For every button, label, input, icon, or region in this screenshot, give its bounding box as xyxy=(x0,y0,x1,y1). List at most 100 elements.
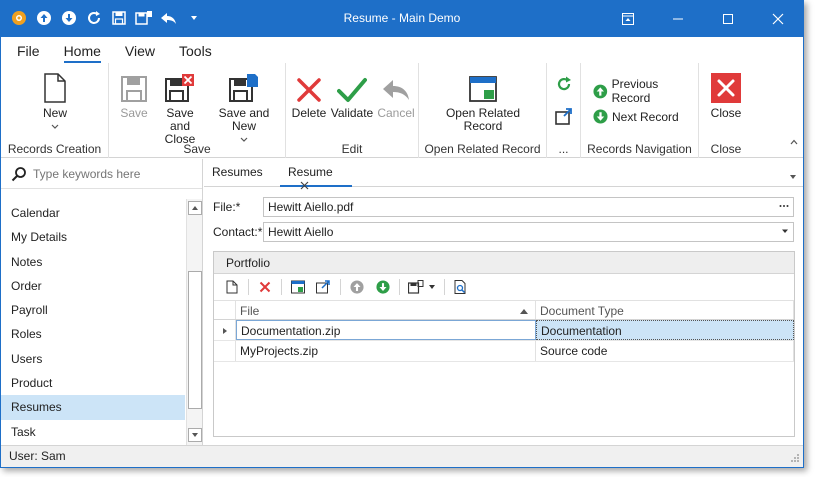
doc-tab-resumes[interactable]: Resumes xyxy=(212,165,263,179)
save-and-new-button[interactable]: Save and New xyxy=(208,69,280,147)
previous-record-button[interactable]: Previous Record xyxy=(593,77,698,105)
nav-item-notes[interactable]: Notes xyxy=(1,250,185,274)
nav-item-calendar[interactable]: Calendar xyxy=(1,201,185,225)
portfolio-move-down-button[interactable] xyxy=(371,276,395,298)
browse-ellipsis-icon[interactable] xyxy=(779,200,789,215)
table-row[interactable]: MyProjects.zip Source code xyxy=(214,341,794,362)
delete-button[interactable]: Delete xyxy=(290,69,328,120)
scroll-up-button[interactable] xyxy=(188,201,202,215)
status-user: User: Sam xyxy=(9,449,66,463)
nav-item-my-details[interactable]: My Details xyxy=(1,225,185,249)
open-related-record-button[interactable]: Open Related Record xyxy=(443,69,523,133)
refresh-icon xyxy=(557,76,571,91)
nav-item-payroll[interactable]: Payroll xyxy=(1,298,185,322)
portfolio-title: Portfolio xyxy=(214,252,794,274)
portfolio-export-button[interactable] xyxy=(312,276,336,298)
close-tab-icon[interactable] xyxy=(300,181,309,190)
export-button[interactable] xyxy=(555,107,573,125)
main-window: Resume - Main Demo File Home View Tools xyxy=(0,0,804,468)
save-label: Save xyxy=(120,106,148,120)
tab-view[interactable]: View xyxy=(115,37,165,63)
arrow-up-circle-icon xyxy=(593,84,608,98)
preview-icon xyxy=(454,280,466,294)
save-and-close-button[interactable]: Save and Close xyxy=(155,69,205,146)
maximize-button[interactable] xyxy=(703,1,753,37)
column-header-document-type[interactable]: Document Type xyxy=(536,301,794,319)
table-row[interactable]: Documentation.zip Documentation xyxy=(214,320,794,341)
contact-field-value: Hewitt Aiello xyxy=(268,225,334,239)
toolbar-separator xyxy=(248,279,249,295)
group-label-records-navigation: Records Navigation xyxy=(587,142,692,156)
tab-home[interactable]: Home xyxy=(54,37,111,63)
resize-grip-icon[interactable] xyxy=(790,453,800,463)
file-field-row: File:* Hewitt Aiello.pdf xyxy=(213,197,794,217)
nav-item-task[interactable]: Task xyxy=(1,420,185,444)
close-window-button[interactable] xyxy=(753,1,803,37)
search-input[interactable] xyxy=(33,166,193,181)
group-save: Save Save and Close Save and New Save xyxy=(109,63,286,158)
search-box[interactable] xyxy=(1,159,202,189)
nav-item-roles[interactable]: Roles xyxy=(1,322,185,346)
close-record-label: Close xyxy=(710,106,742,120)
nav-item-resumes[interactable]: Resumes xyxy=(1,395,185,420)
save-button[interactable]: Save xyxy=(115,69,153,120)
refresh-button[interactable] xyxy=(555,75,573,93)
toolbar-separator xyxy=(444,279,445,295)
cancel-button[interactable]: Cancel xyxy=(376,69,416,120)
close-record-button[interactable]: Close xyxy=(707,69,745,120)
nav-item-order[interactable]: Order xyxy=(1,274,185,298)
save-and-close-icon xyxy=(165,74,194,102)
portfolio-new-button[interactable] xyxy=(220,276,244,298)
portfolio-delete-button[interactable] xyxy=(253,276,277,298)
tabs-dropdown-chevron-down-icon[interactable] xyxy=(789,169,797,183)
scroll-down-button[interactable] xyxy=(188,428,202,442)
document-tabs: Resumes Resume xyxy=(204,159,803,190)
nav-item-users[interactable]: Users xyxy=(1,347,185,371)
delete-icon xyxy=(259,281,271,293)
portfolio-open-related-button[interactable] xyxy=(286,276,310,298)
cell-document-type[interactable]: Source code xyxy=(536,341,794,361)
toolbar-separator xyxy=(399,279,400,295)
group-close: Close Close xyxy=(699,63,753,158)
group-label-more: ... xyxy=(558,142,569,156)
export-icon xyxy=(316,280,330,294)
contact-field[interactable]: Hewitt Aiello xyxy=(263,222,794,242)
ribbon-display-icon xyxy=(622,13,634,25)
ribbon-tabs: File Home View Tools xyxy=(1,37,803,63)
collapse-ribbon-chevron-up-icon[interactable] xyxy=(789,135,799,149)
validate-button[interactable]: Validate xyxy=(330,69,374,120)
navigation-scrollbar[interactable] xyxy=(186,199,202,445)
validate-label: Validate xyxy=(330,106,374,120)
column-header-file[interactable]: File xyxy=(236,301,536,319)
delete-icon xyxy=(297,78,321,102)
previous-record-label: Previous Record xyxy=(611,77,659,105)
group-label-open-related-record: Open Related Record xyxy=(424,142,541,156)
portfolio-move-up-button[interactable] xyxy=(345,276,369,298)
file-field[interactable]: Hewitt Aiello.pdf xyxy=(263,197,794,217)
cell-file[interactable]: MyProjects.zip xyxy=(236,341,536,361)
doc-tab-resume-label: Resume xyxy=(288,165,333,179)
contact-dropdown-chevron-down-icon[interactable] xyxy=(781,225,789,240)
ribbon-display-options-button[interactable] xyxy=(603,1,653,37)
row-indicator xyxy=(214,341,236,361)
minimize-button[interactable] xyxy=(653,1,703,37)
export-icon xyxy=(555,108,572,125)
next-record-button[interactable]: Next Record xyxy=(593,109,679,124)
cell-document-type[interactable]: Documentation xyxy=(536,320,794,340)
portfolio-preview-button[interactable] xyxy=(449,276,473,298)
portfolio-grid: File Document Type Documentation.zip Doc… xyxy=(214,300,794,362)
sort-ascending-icon xyxy=(520,309,528,314)
cell-file[interactable]: Documentation.zip xyxy=(236,320,536,340)
open-related-record-label: Open Related Record xyxy=(445,106,521,133)
title-bar: Resume - Main Demo xyxy=(1,1,803,37)
tab-tools[interactable]: Tools xyxy=(169,37,222,63)
new-button[interactable]: New xyxy=(29,69,81,134)
save-icon xyxy=(121,76,147,102)
scrollbar-thumb[interactable] xyxy=(188,271,202,409)
nav-item-product[interactable]: Product xyxy=(1,371,185,395)
contact-field-label: Contact:* xyxy=(213,225,263,239)
portfolio-save-and-new-button[interactable] xyxy=(404,276,440,298)
tab-file[interactable]: File xyxy=(7,37,50,63)
row-indicator-header xyxy=(214,301,236,319)
doc-tab-resume[interactable]: Resume xyxy=(280,159,352,190)
